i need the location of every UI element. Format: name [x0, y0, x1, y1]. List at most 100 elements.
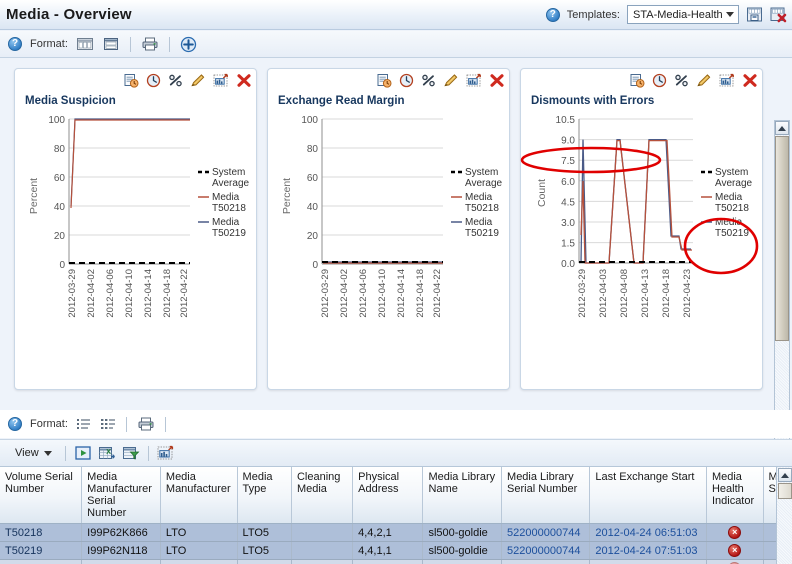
charts-scrollbar[interactable] [774, 120, 790, 457]
svg-text:0.0: 0.0 [561, 259, 575, 270]
cell-volume-serial-number[interactable] [0, 559, 83, 564]
svg-text:100: 100 [48, 115, 65, 126]
cell-media-library-name: sl500-goldie [422, 541, 503, 560]
chart-card-media-suspicion: Media Suspicion 100 80 60 40 20 0 Percen… [14, 68, 257, 390]
templates-select[interactable]: STA-Media-Health [627, 5, 739, 24]
last-exchange-start-link[interactable]: 2012-04-24 07:51:03 [595, 545, 697, 557]
chart-format-toolbar: ? Format: [0, 31, 792, 58]
list-view-icon[interactable] [76, 417, 92, 431]
chart-toolbar [377, 73, 505, 88]
scroll-up-arrow-icon[interactable] [778, 468, 792, 482]
cell-volume-serial-number[interactable]: T50218 [0, 523, 83, 542]
svg-text:2012-04-03: 2012-04-03 [598, 269, 609, 318]
media-library-serial-link[interactable]: 522000000744 [507, 545, 580, 557]
clock-icon[interactable] [399, 73, 414, 88]
media-library-serial-link[interactable]: 522000000744 [507, 527, 580, 539]
col-volume-serial-number[interactable]: Volume Serial Number [0, 467, 83, 524]
col-media-manufacturer-serial-number[interactable]: Media Manufacturer Serial Number [81, 467, 161, 524]
percent-icon[interactable] [168, 73, 183, 88]
close-x-icon[interactable] [742, 73, 758, 88]
time-range-icon[interactable] [377, 73, 392, 88]
cell-media-library-serial-number[interactable]: 522000000744 [501, 523, 591, 542]
scroll-up-arrow-icon[interactable] [775, 121, 789, 135]
scrollbar-thumb[interactable] [775, 136, 789, 341]
col-media-library-serial-number[interactable]: Media Library Serial Number [501, 467, 591, 524]
detail-view-icon[interactable] [100, 417, 116, 431]
svg-text:2012-03-29: 2012-03-29 [577, 269, 588, 318]
help-circle-icon[interactable]: ? [8, 37, 22, 51]
stacked-layout-icon[interactable] [102, 36, 120, 52]
clock-icon[interactable] [146, 73, 161, 88]
save-template-icon[interactable] [746, 6, 763, 23]
svg-text:60: 60 [54, 173, 66, 184]
close-x-icon[interactable] [236, 73, 252, 88]
chart-title: Dismounts with Errors [531, 95, 655, 107]
table-row[interactable]: × [0, 559, 792, 564]
cell-media-library-serial-number [501, 559, 591, 564]
grid-scrollbar-thumb[interactable] [778, 483, 792, 499]
svg-text:2012-04-22: 2012-04-22 [179, 269, 190, 318]
charts-region: Media Suspicion 100 80 60 40 20 0 Percen… [0, 58, 792, 470]
grid-scrollbar[interactable] [776, 467, 792, 564]
cell-last-exchange-start[interactable]: 2012-04-24 07:51:03 [589, 541, 707, 560]
percent-icon[interactable] [421, 73, 436, 88]
help-circle-icon[interactable]: ? [545, 7, 560, 22]
chevron-down-icon [43, 450, 52, 456]
col-media-health-indicator[interactable]: Media Health Indicator [706, 467, 764, 524]
volume-serial-link[interactable]: T50219 [5, 545, 42, 557]
add-icon[interactable] [180, 36, 197, 53]
cell-media-library-name: sl500-goldie [422, 523, 503, 542]
chart-icon[interactable] [157, 445, 175, 461]
volume-serial-link[interactable]: T50218 [5, 527, 42, 539]
svg-text:2012-04-13: 2012-04-13 [640, 269, 651, 318]
time-range-icon[interactable] [630, 73, 645, 88]
run-query-icon[interactable] [74, 445, 92, 461]
cell-media-type: LTO5 [237, 541, 292, 560]
help-circle-icon[interactable]: ? [8, 417, 22, 431]
detach-chart-icon[interactable] [719, 73, 735, 88]
percent-icon[interactable] [674, 73, 689, 88]
view-menu-button[interactable]: View [10, 445, 57, 461]
templates-label: Templates: [566, 8, 620, 21]
export-excel-icon[interactable]: X [98, 445, 116, 461]
table-row[interactable]: T50218 I99P62K866 LTO LTO5 4,4,2,1 sl500… [0, 523, 792, 542]
media-data-grid[interactable]: Volume Serial Number Media Manufacturer … [0, 467, 792, 564]
svg-text:System: System [212, 167, 245, 178]
svg-text:60: 60 [307, 173, 319, 184]
col-media-type[interactable]: Media Type [237, 467, 292, 524]
col-last-exchange-start[interactable]: Last Exchange Start [589, 467, 707, 524]
col-media-manufacturer[interactable]: Media Manufacturer [160, 467, 238, 524]
cell-media-library-name [422, 559, 503, 564]
last-exchange-start-link[interactable]: 2012-04-24 06:51:03 [595, 527, 697, 539]
time-range-icon[interactable] [124, 73, 139, 88]
svg-text:20: 20 [307, 231, 319, 242]
cell-volume-serial-number[interactable]: T50219 [0, 541, 83, 560]
edit-pencil-icon[interactable] [443, 73, 459, 88]
edit-pencil-icon[interactable] [190, 73, 206, 88]
detach-chart-icon[interactable] [466, 73, 482, 88]
col-cleaning-media[interactable]: Cleaning Media [291, 467, 354, 524]
svg-text:2012-04-22: 2012-04-22 [432, 269, 443, 318]
clock-icon[interactable] [652, 73, 667, 88]
svg-text:6.0: 6.0 [561, 177, 575, 188]
columns-layout-icon[interactable] [76, 36, 94, 52]
filter-icon[interactable] [122, 445, 140, 461]
cell-last-exchange-start[interactable]: 2012-04-24 06:51:03 [589, 523, 707, 542]
svg-text:T50218: T50218 [465, 203, 499, 214]
col-media-library-name[interactable]: Media Library Name [422, 467, 503, 524]
toolbar-divider [147, 445, 149, 461]
toolbar-divider [64, 445, 66, 461]
print-icon[interactable] [137, 416, 155, 432]
close-x-icon[interactable] [489, 73, 505, 88]
delete-template-icon[interactable] [770, 6, 787, 23]
edit-pencil-icon[interactable] [696, 73, 712, 88]
cell-media-library-serial-number[interactable]: 522000000744 [501, 541, 591, 560]
col-physical-address[interactable]: Physical Address [352, 467, 424, 524]
error-badge-icon: × [728, 526, 742, 539]
table-row[interactable]: T50219 I99P62N118 LTO LTO5 4,4,1,1 sl500… [0, 541, 792, 560]
chart-title: Exchange Read Margin [278, 95, 405, 107]
svg-text:80: 80 [307, 144, 319, 155]
detach-chart-icon[interactable] [213, 73, 229, 88]
print-icon[interactable] [141, 36, 159, 52]
svg-text:2012-04-10: 2012-04-10 [377, 269, 388, 318]
